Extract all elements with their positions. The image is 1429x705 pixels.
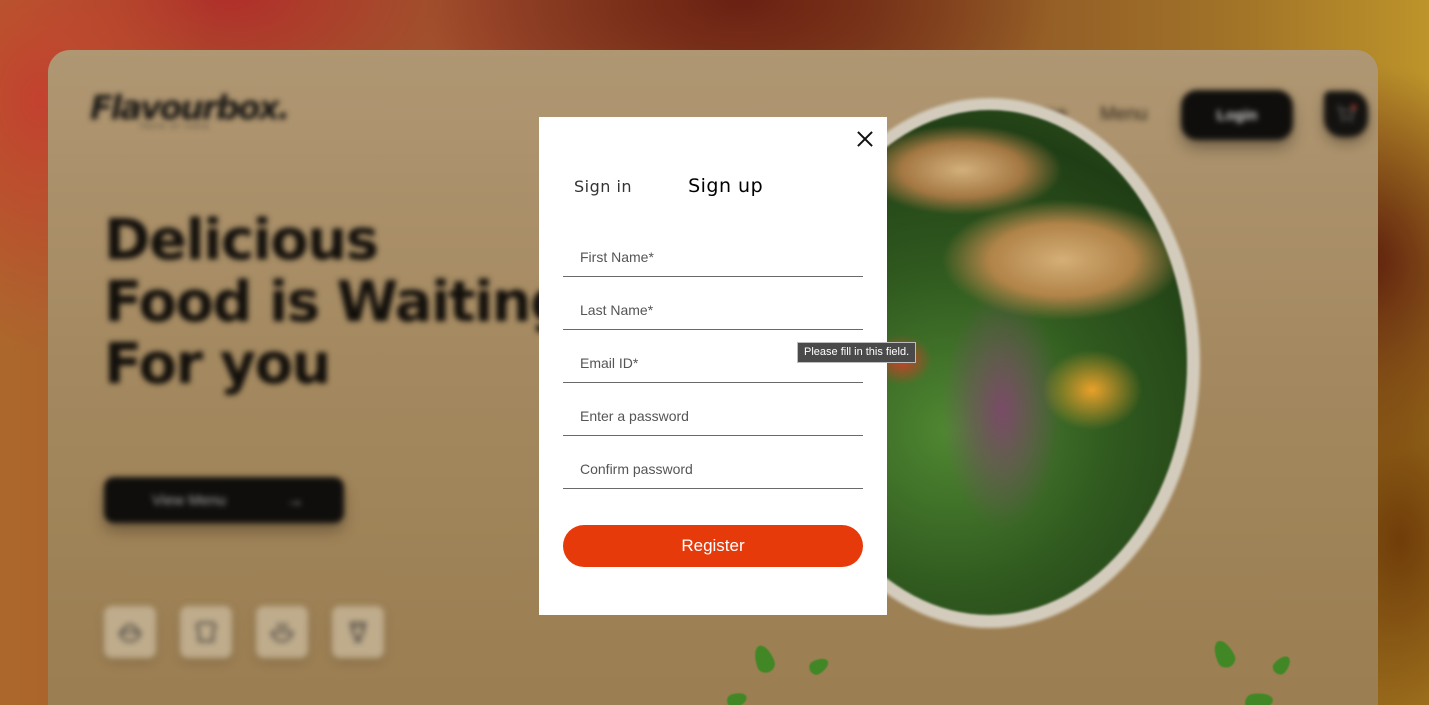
confirm-password-input[interactable] (563, 447, 863, 488)
close-icon[interactable] (855, 129, 875, 149)
validation-tooltip: Please fill in this field. (797, 342, 917, 363)
last-name-field (563, 288, 863, 330)
password-field (563, 394, 863, 436)
register-button[interactable]: Register (563, 525, 863, 567)
auth-tabs: Sign in Sign up (574, 175, 763, 197)
last-name-input[interactable] (563, 288, 863, 329)
first-name-input[interactable] (563, 235, 863, 276)
password-input[interactable] (563, 394, 863, 435)
tab-sign-up[interactable]: Sign up (688, 175, 763, 197)
auth-modal: Sign in Sign up Register (539, 117, 887, 615)
tab-sign-in[interactable]: Sign in (574, 177, 632, 196)
confirm-password-field (563, 447, 863, 489)
first-name-field (563, 235, 863, 277)
